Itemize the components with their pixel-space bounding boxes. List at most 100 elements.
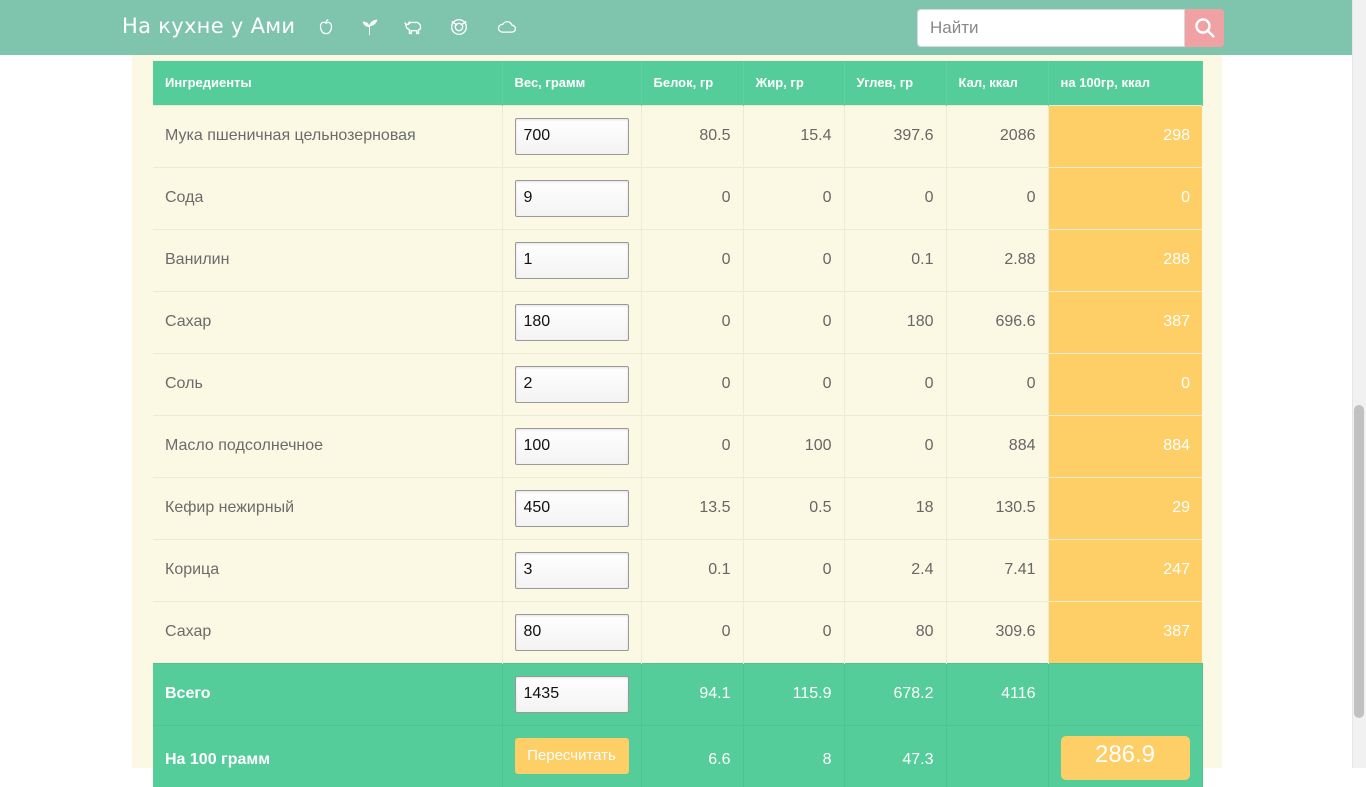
- ingredient-row: Сахар00180696.6387: [153, 290, 1202, 353]
- col-header-carbs: Углев, гр: [844, 61, 947, 105]
- ingredient-row: Масло подсолнечное01000884884: [153, 414, 1202, 477]
- total-protein: 94.1: [641, 662, 744, 725]
- carbs-cell: 2.4: [844, 538, 947, 601]
- total-weight-input[interactable]: [514, 675, 629, 713]
- fat-cell: 15.4: [743, 104, 845, 167]
- table-header-row: Ингредиенты Вес, грамм Белок, гр Жир, гр…: [153, 61, 1203, 105]
- fat-cell: 0: [743, 228, 845, 291]
- per100-cell: 298: [1048, 104, 1202, 167]
- carbs-cell: 0.1: [844, 228, 947, 291]
- fat-cell: 0: [743, 166, 845, 229]
- per100-cell: 247: [1048, 538, 1202, 601]
- weight-input[interactable]: [514, 179, 629, 217]
- col-header-fat: Жир, гр: [743, 61, 845, 105]
- ingredient-name: Мука пшеничная цельнозерновая: [153, 104, 503, 167]
- ingredient-row: Сода00000: [153, 166, 1202, 229]
- carbs-cell: 180: [844, 290, 947, 353]
- fat-cell: 100: [743, 414, 845, 477]
- kcal-cell: 7.41: [946, 538, 1049, 601]
- ingredient-row: Ванилин000.12.88288: [153, 228, 1202, 291]
- per100-cell: 0: [1048, 166, 1202, 229]
- total-label: Всего: [153, 662, 503, 725]
- ingredient-name: Ванилин: [153, 228, 503, 291]
- protein-cell: 13.5: [641, 476, 744, 539]
- kcal-cell: 2086: [946, 104, 1049, 167]
- per100-cell: 29: [1048, 476, 1202, 539]
- fat-cell: 0: [743, 600, 845, 663]
- kcal-cell: 696.6: [946, 290, 1049, 353]
- protein-cell: 0: [641, 290, 744, 353]
- fat-cell: 0.5: [743, 476, 845, 539]
- total-kcal: 4116: [946, 662, 1049, 725]
- carbs-cell: 18: [844, 476, 947, 539]
- per100-cell: 387: [1048, 290, 1202, 353]
- ingredient-row: Мука пшеничная цельнозерновая 80.515.4397…: [153, 104, 1202, 167]
- ingredient-row: Кефир нежирный 13.50.518130.529: [153, 476, 1202, 539]
- carbs-cell: 80: [844, 600, 947, 663]
- protein-cell: 0: [641, 228, 744, 291]
- protein-cell: 0: [641, 166, 744, 229]
- ingredient-row: Корица 0.102.47.41247: [153, 538, 1202, 601]
- weight-input[interactable]: [514, 365, 629, 403]
- protein-cell: 0.1: [641, 538, 744, 601]
- weight-input[interactable]: [514, 427, 629, 465]
- kcal-cell: 130.5: [946, 476, 1049, 539]
- col-header-kcal: Кал, ккал: [946, 61, 1049, 105]
- fat-cell: 0: [743, 538, 845, 601]
- weight-input[interactable]: [514, 303, 629, 341]
- weight-input[interactable]: [514, 551, 629, 589]
- weight-input[interactable]: [514, 489, 629, 527]
- carbs-cell: 397.6: [844, 104, 947, 167]
- carbs-cell: 0: [844, 414, 947, 477]
- cow-icon[interactable]: [402, 15, 426, 39]
- scrollbar-thumb[interactable]: [1354, 405, 1364, 718]
- carbs-cell: 0: [844, 166, 947, 229]
- search-input[interactable]: [917, 9, 1185, 47]
- nutrition-table: Ингредиенты Вес, грамм Белок, гр Жир, гр…: [153, 61, 1203, 787]
- ingredient-name: Сахар: [153, 290, 503, 353]
- sprout-icon[interactable]: [358, 15, 382, 39]
- kcal-cell: 2.88: [946, 228, 1049, 291]
- protein-cell: 0: [641, 600, 744, 663]
- ingredient-row: Соль00000: [153, 352, 1202, 415]
- total-row: Всего 94.1 115.9 678.2 4116: [153, 662, 1203, 725]
- kcal-cell: 0: [946, 352, 1049, 415]
- kcal-cell: 309.6: [946, 600, 1049, 663]
- protein-cell: 0: [641, 414, 744, 477]
- fat-cell: 0: [743, 352, 845, 415]
- recalculate-button[interactable]: Пересчитать: [514, 737, 629, 774]
- per100-cell: 884: [1048, 414, 1202, 477]
- weight-input[interactable]: [514, 241, 629, 279]
- col-header-weight: Вес, грамм: [502, 61, 642, 105]
- col-header-ingredients: Ингредиенты: [153, 61, 503, 105]
- ingredient-name: Соль: [153, 352, 503, 415]
- protein-cell: 80.5: [641, 104, 744, 167]
- total-fat: 115.9: [743, 662, 845, 725]
- col-header-protein: Белок, гр: [641, 61, 744, 105]
- search-icon: [1194, 18, 1215, 38]
- per100-cell: 387: [1048, 600, 1202, 663]
- col-header-per100: на 100гр, ккал: [1048, 61, 1203, 105]
- fat-cell: 0: [743, 290, 845, 353]
- per100-fat: 8: [743, 724, 845, 787]
- search-button[interactable]: [1185, 9, 1224, 47]
- plate-icon[interactable]: [447, 15, 471, 39]
- site-brand[interactable]: На кухне у Ами: [122, 14, 295, 38]
- per100-result-badge: 286.9: [1060, 735, 1190, 780]
- apple-icon[interactable]: [314, 15, 338, 39]
- total-carbs: 678.2: [844, 662, 947, 725]
- weight-input[interactable]: [514, 613, 629, 651]
- kcal-cell: 884: [946, 414, 1049, 477]
- weight-input[interactable]: [514, 117, 629, 155]
- top-navbar: На кухне у Ами: [0, 0, 1352, 55]
- per100-label: На 100 грамм: [153, 724, 503, 787]
- ingredient-name: Масло подсолнечное: [153, 414, 503, 477]
- ingredient-name: Сода: [153, 166, 503, 229]
- per100-cell: 0: [1048, 352, 1202, 415]
- protein-cell: 0: [641, 352, 744, 415]
- cloud-icon[interactable]: [494, 15, 520, 39]
- kcal-cell: 0: [946, 166, 1049, 229]
- per100-protein: 6.6: [641, 724, 744, 787]
- ingredient-name: Кефир нежирный: [153, 476, 503, 539]
- ingredient-row: Сахар0080309.6387: [153, 600, 1202, 663]
